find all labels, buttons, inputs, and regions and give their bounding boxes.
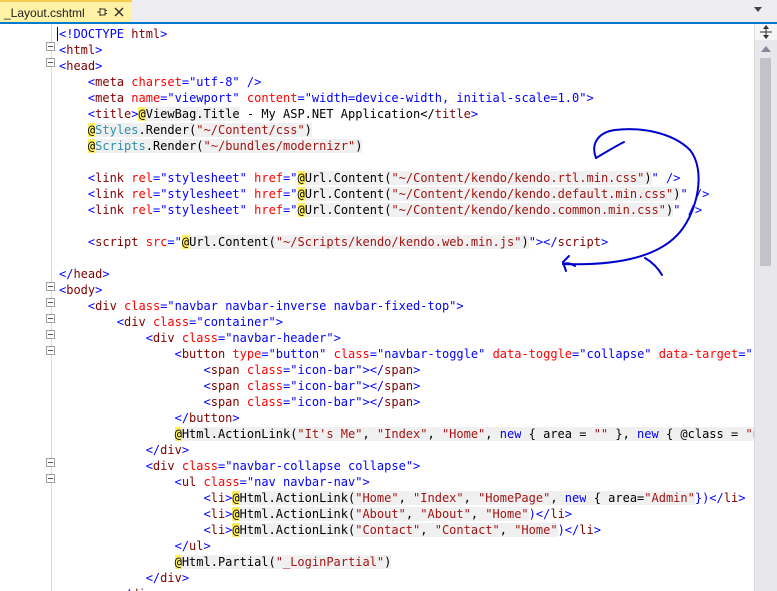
code-line: <div class="navbar navbar-inverse navbar… — [59, 299, 464, 313]
code-line: <li>@Html.ActionLink("About", "About", "… — [59, 507, 573, 521]
code-line: </head> — [59, 267, 110, 281]
code-line: <link rel="stylesheet" href="@Url.Conten… — [59, 171, 681, 185]
code-line: <link rel="stylesheet" href="@Url.Conten… — [59, 203, 703, 217]
code-line: @Scripts.Render("~/bundles/modernizr") — [87, 139, 363, 153]
code-line: <!DOCTYPE html> — [59, 27, 168, 41]
code-line: <meta charset="utf-8" /> — [59, 75, 262, 89]
code-line: @Html.ActionLink("It's Me", "Index", "Ho… — [59, 426, 775, 442]
split-editor-button[interactable] — [755, 24, 777, 40]
document-tab-strip: _Layout.cshtml — [0, 0, 777, 24]
code-line: <meta name="viewport" content="width=dev… — [59, 91, 594, 105]
vertical-scrollbar[interactable] — [754, 24, 777, 591]
code-line: <html> — [59, 43, 103, 57]
code-line: </button> — [59, 411, 240, 425]
tab-title: _Layout.cshtml — [4, 6, 85, 20]
split-icon — [760, 25, 772, 39]
code-line: <button type="button" class="navbar-togg… — [59, 347, 775, 361]
code-line: <span class="icon-bar"></span> — [59, 379, 421, 393]
code-lines[interactable]: <!DOCTYPE html> <html> <head> <meta char… — [0, 24, 774, 591]
code-line: <title>@ViewBag.Title - My ASP.NET Appli… — [59, 107, 479, 121]
code-line: </ul> — [59, 539, 211, 553]
code-line: <link rel="stylesheet" href="@Url.Conten… — [59, 187, 710, 201]
code-line: <li>@Html.ActionLink("Contact", "Contact… — [59, 523, 601, 537]
scroll-up-icon[interactable] — [755, 42, 777, 56]
scrollbar-thumb[interactable] — [760, 58, 771, 266]
code-line: <div class="navbar-collapse collapse"> — [59, 459, 421, 473]
code-line: <body> — [59, 283, 103, 297]
document-tab[interactable]: _Layout.cshtml — [0, 0, 132, 24]
code-line: <li>@Html.ActionLink("Home", "Index", "H… — [59, 491, 746, 505]
code-editor[interactable]: <!DOCTYPE html> <html> <head> <meta char… — [0, 24, 777, 591]
code-line: <div class="container"> — [59, 315, 284, 329]
code-line: @Html.Partial("_LoginPartial") — [174, 555, 392, 569]
code-line: </div> — [59, 571, 190, 585]
close-icon[interactable] — [112, 5, 126, 19]
code-line: <div class="navbar-header"> — [59, 331, 341, 345]
tab-overflow-icon[interactable] — [753, 4, 763, 14]
code-line: <span class="icon-bar"></span> — [59, 395, 421, 409]
code-line: </div> — [59, 586, 160, 591]
code-line: <script src="@Url.Content("~/Scripts/ken… — [59, 235, 609, 249]
code-line: <head> — [59, 59, 103, 73]
code-line: </div> — [59, 443, 190, 457]
code-line: @Styles.Render("~/Content/css") — [87, 123, 312, 137]
pin-icon[interactable] — [95, 5, 109, 19]
code-line: <ul class="nav navbar-nav"> — [59, 475, 370, 489]
code-line: <span class="icon-bar"></span> — [59, 363, 421, 377]
